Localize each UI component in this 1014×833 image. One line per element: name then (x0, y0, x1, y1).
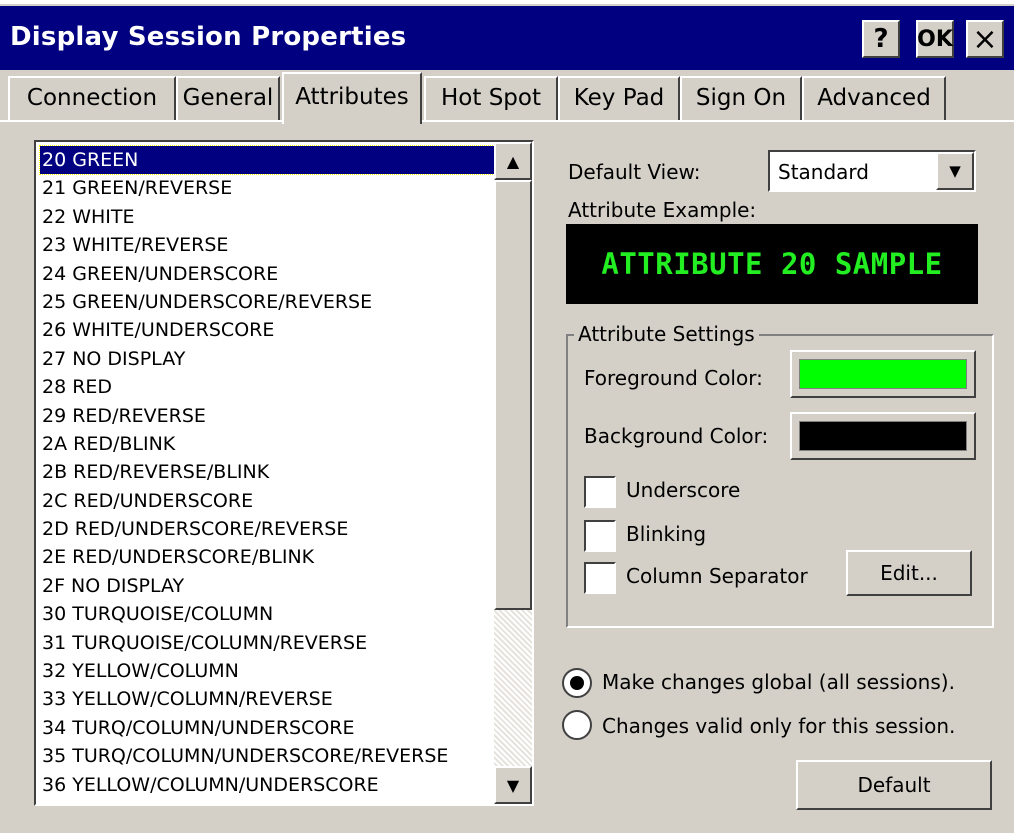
attribute-list-item[interactable]: 2C RED/UNDERSCORE (40, 487, 496, 515)
triangle-down-icon: ▼ (506, 775, 520, 795)
ok-button[interactable]: OK (916, 20, 954, 58)
tab-strip: Connection General Attributes Hot Spot K… (0, 72, 1014, 124)
attribute-list-item[interactable]: 36 YELLOW/COLUMN/UNDERSCORE (40, 771, 496, 799)
attribute-list-item[interactable]: 28 RED (40, 373, 496, 401)
attribute-list-item[interactable]: 34 TURQ/COLUMN/UNDERSCORE (40, 714, 496, 742)
attribute-list-item[interactable]: 35 TURQ/COLUMN/UNDERSCORE/REVERSE (40, 742, 496, 770)
default-view-dropdown-button[interactable]: ▼ (936, 152, 974, 190)
default-button[interactable]: Default (796, 760, 992, 810)
edit-button[interactable]: Edit... (846, 550, 972, 596)
tab-key-pad[interactable]: Key Pad (558, 76, 680, 120)
background-color-button[interactable] (790, 412, 976, 460)
attribute-sample-text: ATTRIBUTE 20 SAMPLE (601, 247, 943, 281)
attribute-list-item[interactable]: 20 GREEN (39, 144, 497, 176)
foreground-color-button[interactable] (790, 350, 976, 398)
attribute-list-item[interactable]: 2A RED/BLINK (40, 430, 496, 458)
blinking-label: Blinking (626, 522, 707, 546)
help-button[interactable]: ? (862, 20, 900, 58)
foreground-color-swatch (799, 359, 967, 389)
attribute-listbox[interactable]: 20 GREEN 21 GREEN/REVERSE 22 WHITE 23 WHITE… (34, 140, 534, 806)
attribute-list-item[interactable]: 29 RED/REVERSE (40, 402, 496, 430)
background-color-swatch (799, 421, 967, 451)
blinking-checkbox[interactable] (584, 520, 616, 552)
attribute-list-item[interactable]: 24 GREEN/UNDERSCORE (40, 260, 496, 288)
triangle-up-icon: ▲ (506, 151, 520, 171)
attribute-list-item[interactable]: 30 TURQUOISE/COLUMN (40, 600, 496, 628)
attribute-list-item[interactable]: 23 WHITE/REVERSE (40, 231, 496, 259)
triangle-down-icon: ▼ (949, 162, 961, 180)
attribute-list-item[interactable]: 31 TURQUOISE/COLUMN/REVERSE (40, 629, 496, 657)
underscore-label: Underscore (626, 478, 741, 502)
attribute-list-item[interactable]: 33 YELLOW/COLUMN/REVERSE (40, 685, 496, 713)
tab-connection[interactable]: Connection (8, 76, 176, 120)
default-view-select[interactable]: Standard ▼ (768, 150, 976, 192)
scroll-up-button[interactable]: ▲ (494, 142, 532, 180)
column-separator-label: Column Separator (626, 564, 808, 588)
background-color-label: Background Color: (584, 424, 769, 448)
global-radio[interactable] (562, 668, 592, 698)
tab-general[interactable]: General (176, 76, 280, 120)
tab-hot-spot[interactable]: Hot Spot (424, 76, 558, 120)
attribute-list-item[interactable]: 32 YELLOW/COLUMN (40, 657, 496, 685)
attribute-list-item[interactable]: 27 NO DISPLAY (40, 345, 496, 373)
attribute-list-item[interactable]: 2D RED/UNDERSCORE/REVERSE (40, 515, 496, 543)
tab-sign-on[interactable]: Sign On (680, 76, 802, 120)
window-title: Display Session Properties (10, 22, 407, 52)
tab-advanced[interactable]: Advanced (802, 76, 946, 120)
default-view-value: Standard (778, 160, 869, 184)
close-button[interactable]: × (966, 20, 1004, 58)
session-radio[interactable] (562, 710, 592, 740)
radio-selected-dot (570, 676, 584, 690)
attribute-example-preview: ATTRIBUTE 20 SAMPLE (566, 224, 978, 304)
attribute-list-item[interactable]: 21 GREEN/REVERSE (40, 174, 496, 202)
scroll-down-button[interactable]: ▼ (494, 766, 532, 804)
underscore-checkbox[interactable] (584, 476, 616, 508)
foreground-color-label: Foreground Color: (584, 366, 763, 390)
tab-attributes[interactable]: Attributes (282, 72, 422, 124)
session-radio-label: Changes valid only for this session. (602, 714, 956, 738)
attribute-example-label: Attribute Example: (568, 198, 757, 222)
attribute-list-item[interactable]: 2E RED/UNDERSCORE/BLINK (40, 543, 496, 571)
attribute-list-item[interactable]: 2F NO DISPLAY (40, 572, 496, 600)
window-top-edge (0, 0, 1014, 4)
attribute-list-item[interactable]: 25 GREEN/UNDERSCORE/REVERSE (40, 288, 496, 316)
tab-baseline (0, 120, 1014, 122)
attribute-list: 20 GREEN 21 GREEN/REVERSE 22 WHITE 23 WHITE… (39, 144, 497, 799)
column-separator-checkbox[interactable] (584, 562, 616, 594)
default-view-label: Default View: (568, 160, 701, 184)
attribute-list-item[interactable]: 22 WHITE (40, 203, 496, 231)
attribute-list-item[interactable]: 26 WHITE/UNDERSCORE (40, 316, 496, 344)
attribute-settings-legend: Attribute Settings (574, 322, 759, 346)
global-radio-label: Make changes global (all sessions). (602, 670, 955, 694)
list-scrollbar[interactable]: ▲ ▼ (494, 142, 532, 804)
attribute-list-item[interactable]: 2B RED/REVERSE/BLINK (40, 458, 496, 486)
scroll-thumb[interactable] (494, 180, 532, 610)
title-bar: Display Session Properties ? OK × (0, 6, 1014, 70)
